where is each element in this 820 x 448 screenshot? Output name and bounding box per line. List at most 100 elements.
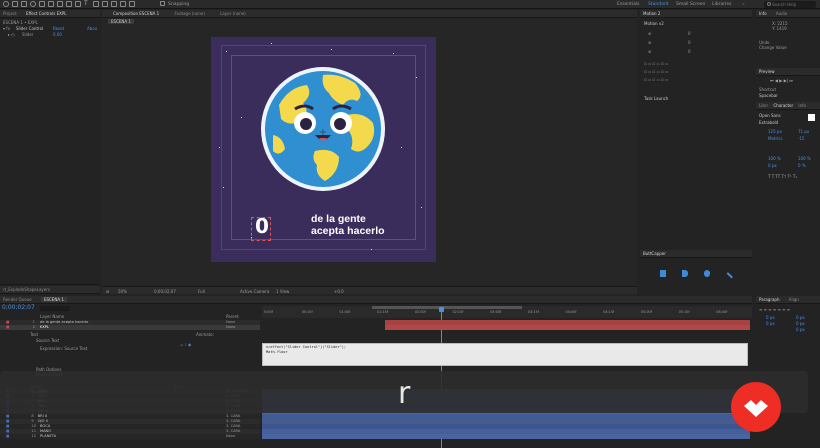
space-before[interactable]: 0 px xyxy=(766,321,775,326)
source-text-label[interactable]: Source Text xyxy=(36,338,59,343)
composition-canvas[interactable]: 0 de la gente acepta hacerlo xyxy=(211,37,436,262)
camera-dropdown[interactable]: Active Camera xyxy=(240,289,269,294)
workspace-essentials[interactable]: Essentials xyxy=(617,2,640,7)
faux-style-buttons[interactable]: T T TT Tт T¹ T₁ xyxy=(768,174,797,179)
fill-color-swatch[interactable] xyxy=(808,114,815,121)
roto-brush-tool-icon[interactable] xyxy=(120,1,126,7)
tab-effect-controls[interactable]: Effect Controls EXPL xyxy=(26,11,67,16)
vertical-scale-value[interactable]: 100 % xyxy=(768,156,781,161)
workspace-standard[interactable]: Standard xyxy=(648,2,668,7)
expression-controls[interactable]: = ⌇ ◉ xyxy=(180,342,191,347)
counter-layer-bounds xyxy=(251,217,271,241)
selection-tool-icon[interactable] xyxy=(12,1,18,7)
font-style-dropdown[interactable]: Extrabold xyxy=(759,120,778,125)
zoom-tool-icon[interactable] xyxy=(30,1,36,7)
layer-row-2[interactable]: ■ 2 EXPL None xyxy=(0,325,260,330)
search-help-input[interactable]: Search Help xyxy=(764,1,816,8)
horizontal-scale-value[interactable]: 100 % xyxy=(798,156,811,161)
exposure-value[interactable]: +0.0 xyxy=(334,289,344,294)
layer-2-parent[interactable]: None xyxy=(226,325,235,330)
timeline-timecode[interactable]: 0;00;02;07 xyxy=(2,304,35,311)
tab-audio[interactable]: Audio xyxy=(776,11,787,16)
ruler-label: 04:00f xyxy=(565,310,577,314)
reset-link[interactable]: Reset xyxy=(53,26,64,31)
kerning-value[interactable]: Metrics xyxy=(768,136,783,141)
stopwatch-icon[interactable]: ▸ ◴ xyxy=(8,32,15,37)
clone-stamp-tool-icon[interactable] xyxy=(102,1,108,7)
playback-controls[interactable]: ⏮ ◀ ▶ ▶| ⏭ xyxy=(770,78,793,83)
tab-paragraph[interactable]: Paragraph xyxy=(759,297,780,302)
round-cap-icon[interactable] xyxy=(682,270,688,277)
layer-bar[interactable] xyxy=(262,434,750,439)
magnification-icon[interactable]: ⊞ xyxy=(106,289,109,294)
tab-project[interactable]: Project xyxy=(3,11,17,16)
workspace-small-screen[interactable]: Small Screen xyxy=(676,2,705,7)
layer-label-color: ■ xyxy=(6,434,10,438)
timeline-search-input[interactable] xyxy=(40,306,70,311)
tsume-value[interactable]: 0 % xyxy=(798,163,806,168)
workspace-libraries[interactable]: Libraries xyxy=(712,2,731,7)
footer-label: rt_ExplodeShapeLayers xyxy=(3,287,50,292)
rotate-tool-icon[interactable] xyxy=(39,1,45,7)
pen-tool-icon[interactable] xyxy=(75,1,81,7)
expression-editor[interactable]: n=effect("Slider Control")("Slider"); Ma… xyxy=(262,343,748,366)
tab-character-info[interactable]: Info xyxy=(798,103,806,108)
effect-name: Slider Control xyxy=(16,26,44,31)
tab-footage[interactable]: Footage (none) xyxy=(174,11,204,16)
indent-right[interactable]: 0 px xyxy=(796,315,805,320)
tab-render-queue[interactable]: Render Queue xyxy=(3,297,32,302)
tab-timeline-escena[interactable]: ESCENA 1 xyxy=(40,297,67,302)
playhead-handle[interactable] xyxy=(439,307,444,312)
tools-icon[interactable] xyxy=(726,268,737,279)
type-tool-icon[interactable]: T xyxy=(84,1,90,7)
tab-info[interactable]: Info xyxy=(759,11,767,16)
resolution-dropdown[interactable]: Full xyxy=(198,289,205,294)
viewer-timecode[interactable]: 0;00;02;07 xyxy=(154,289,176,294)
animate-label[interactable]: Animate: xyxy=(196,332,214,337)
tab-align[interactable]: Align xyxy=(789,297,799,302)
puppet-tool-icon[interactable] xyxy=(129,1,135,7)
leading-value[interactable]: 71 px xyxy=(798,129,809,134)
tab-character[interactable]: Character xyxy=(773,103,793,108)
motion-param-1-value[interactable]: 0 xyxy=(688,31,691,36)
tracking-value[interactable]: -15 xyxy=(798,136,805,141)
indent-left[interactable]: 0 px xyxy=(766,315,775,320)
work-area-bar[interactable] xyxy=(372,306,522,309)
motion-param-3-value[interactable]: 0 xyxy=(688,49,691,54)
layer-parent[interactable]: None xyxy=(226,434,235,439)
zoom-dropdown[interactable]: 50% xyxy=(118,289,127,294)
font-size-value[interactable]: 125 px xyxy=(768,129,782,134)
view-layout-dropdown[interactable]: 1 View xyxy=(276,289,289,294)
brush-tool-icon[interactable] xyxy=(93,1,99,7)
workspace-overflow-icon[interactable]: » xyxy=(742,2,745,7)
shortcut-dropdown[interactable]: Spacebar xyxy=(759,93,778,98)
motion-function-grid[interactable]: ⊡ ▭ ⊡ ▭ ⊡ ▭ ⊡ ▭ ⊡ ▭ ⊡ ▭ ⊡ ▭ ⊡ ▭ ⊡ ▭ xyxy=(644,60,714,90)
space-after[interactable]: 0 px xyxy=(796,321,805,326)
motion-param-2-value[interactable]: 0 xyxy=(688,40,691,45)
projecting-cap-icon[interactable] xyxy=(704,270,710,277)
text-group[interactable]: Text xyxy=(30,332,38,337)
about-link[interactable]: Abou xyxy=(87,26,97,31)
slider-property-value[interactable]: 0.00 xyxy=(53,32,62,37)
camera-tool-icon[interactable] xyxy=(48,1,54,7)
tab-libraries[interactable]: Librr xyxy=(759,103,768,108)
rectangle-tool-icon[interactable] xyxy=(66,1,72,7)
tab-layer[interactable]: Layer (none) xyxy=(220,11,246,16)
motion-preset[interactable]: Motion v2 xyxy=(644,21,664,26)
layer-2-bar[interactable] xyxy=(385,325,750,330)
baseline-shift-value[interactable]: 0 px xyxy=(768,163,777,168)
home-icon[interactable] xyxy=(3,1,9,7)
snapping-checkbox[interactable] xyxy=(160,1,165,6)
pan-behind-tool-icon[interactable] xyxy=(57,1,63,7)
font-family-dropdown[interactable]: Open Sans xyxy=(759,113,781,118)
tab-composition[interactable]: Composition ESCENA 1 xyxy=(113,11,159,16)
alignment-buttons[interactable]: ≡ ≡ ≡ ≡ ≡ ≡ ≡ xyxy=(759,307,790,312)
butt-cap-icon[interactable] xyxy=(660,270,666,277)
time-ruler[interactable]: 0:00f 00:15f 01:00f 01:15f 02:00f 02:15f 03:00… xyxy=(262,306,752,318)
comp-tab-button[interactable]: ESCENA 1 xyxy=(108,19,134,24)
hand-tool-icon[interactable] xyxy=(21,1,27,7)
task-launch-dropdown[interactable]: Task Launch xyxy=(644,96,668,101)
first-line-indent[interactable]: 0 px xyxy=(796,327,805,332)
eraser-tool-icon[interactable] xyxy=(111,1,117,7)
layer-row[interactable]: ■ 12 PLANETA None xyxy=(0,434,260,439)
